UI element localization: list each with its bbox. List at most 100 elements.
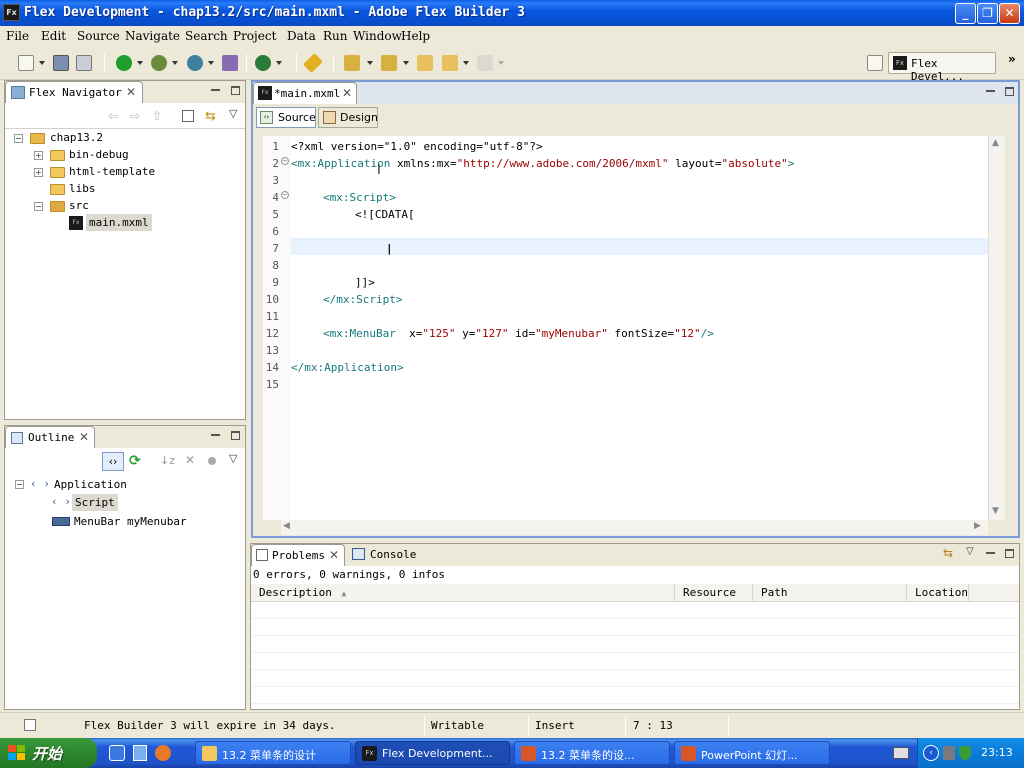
volume-icon[interactable] [943,746,955,760]
tray-chevron-icon[interactable]: ‹ [923,745,939,761]
menu-source[interactable]: Source [77,29,120,43]
menu-window[interactable]: Window [353,29,402,43]
print-icon[interactable] [76,55,92,71]
desktop-quicklaunch-icon[interactable] [133,745,147,761]
previous-annotation-icon[interactable] [381,55,397,71]
export-release-icon[interactable] [222,55,238,71]
minimize-icon[interactable] [986,87,995,92]
minimize-icon[interactable] [211,86,220,91]
firefox-quicklaunch-icon[interactable] [155,745,171,761]
profile-icon[interactable] [187,55,203,71]
menu-file[interactable]: File [6,29,29,43]
outline-item-application[interactable]: Application [54,476,127,493]
task-flex-builder[interactable]: Fx Flex Development... [355,741,510,765]
scroll-down-icon[interactable]: ▼ [992,506,999,516]
close-icon[interactable]: ✕ [329,548,339,562]
task-folder[interactable]: 13.2 菜单条的设计 [195,741,351,765]
last-edit-location-icon[interactable] [417,55,433,71]
flex-builder-app-icon[interactable]: Fx [3,4,20,21]
maximize-icon[interactable] [1005,87,1014,96]
external-tools-icon[interactable] [255,55,271,71]
column-description[interactable]: Description ▲ [251,584,675,602]
maximize-icon[interactable] [231,431,240,440]
collapse-icon[interactable]: − [34,202,43,211]
tab-outline[interactable]: Outline ✕ [5,426,95,448]
start-button[interactable]: 开始 [0,738,97,768]
close-icon[interactable]: ✕ [126,85,136,99]
pencil-icon[interactable] [303,53,323,73]
new-file-icon[interactable] [18,55,34,71]
close-icon[interactable]: ✕ [342,86,352,100]
security-shield-icon[interactable] [959,746,971,760]
back-arrow-icon[interactable]: ⇦ [108,109,118,123]
minimize-button[interactable]: _ [955,3,976,24]
chevron-down-icon[interactable] [498,61,504,65]
chevron-down-icon[interactable] [403,61,409,65]
menu-run[interactable]: Run [323,29,348,43]
close-button[interactable]: ✕ [999,3,1020,24]
fast-view-icon[interactable] [24,719,36,731]
source-mode-button[interactable]: ‹› Source [256,107,316,128]
open-perspective-icon[interactable] [867,55,883,71]
menu-edit[interactable]: Edit [41,29,66,43]
column-path[interactable]: Path [753,584,907,602]
maximize-icon[interactable] [1005,549,1014,558]
menu-search[interactable]: Search [185,29,228,43]
tree-item-main-mxml[interactable]: main.mxml [86,214,152,231]
refresh-icon[interactable]: ⟳ [129,453,141,469]
expand-icon[interactable]: + [34,168,43,177]
collapse-all-icon[interactable] [182,110,194,122]
scroll-right-icon[interactable]: ▶ [974,521,981,531]
chevron-down-icon[interactable] [39,61,45,65]
up-folder-icon[interactable]: ⇧ [152,109,162,123]
outline-item-script[interactable]: Script [72,494,118,511]
menu-help[interactable]: Help [401,29,430,43]
code-view-icon[interactable]: ‹› [102,452,124,471]
minimize-icon[interactable] [211,431,220,436]
horizontal-scrollbar[interactable]: ◀ ▶ [281,520,988,535]
code-editor[interactable]: 1 2 3 4 5 6 7 8 9 10 11 12 13 14 15 − − … [263,136,988,520]
column-location[interactable]: Location [907,584,969,602]
tab-main-mxml[interactable]: Fx *main.mxml ✕ [253,82,357,104]
tree-item-html-template[interactable]: html-template [69,163,155,180]
fold-icon[interactable]: − [281,157,289,165]
close-icon[interactable]: ✕ [79,430,89,444]
perspective-switcher[interactable]: Fx Flex Devel... [888,52,996,83]
more-perspectives-icon[interactable]: » [1008,52,1016,66]
vertical-scrollbar[interactable]: ▲ ▼ [988,136,1005,520]
menu-project[interactable]: Project [233,29,276,43]
scroll-left-icon[interactable]: ◀ [283,521,290,531]
chevron-down-icon[interactable] [208,61,214,65]
sort-icon[interactable]: ↓z [160,454,175,467]
chevron-down-icon[interactable] [463,61,469,65]
filter-icon[interactable]: ⇆ [943,546,953,560]
keyboard-icon[interactable] [893,747,909,759]
tree-item-src[interactable]: src [69,197,89,214]
tab-problems[interactable]: Problems ✕ [251,544,345,566]
ie-quicklaunch-icon[interactable] [109,745,125,761]
next-annotation-icon[interactable] [344,55,360,71]
forward-arrow-icon[interactable] [477,55,493,71]
forward-arrow-icon[interactable]: ⇨ [130,109,140,123]
menu-data[interactable]: Data [287,29,316,43]
hide-static-icon[interactable] [208,457,216,465]
fold-icon[interactable]: − [281,191,289,199]
expand-icon[interactable]: + [34,151,43,160]
back-arrow-icon[interactable] [442,55,458,71]
link-with-editor-icon[interactable]: ⇆ [205,109,216,124]
view-menu-icon[interactable]: ▽ [229,107,237,120]
collapse-icon[interactable]: − [15,480,24,489]
chevron-down-icon[interactable] [172,61,178,65]
collapse-icon[interactable]: − [14,134,23,143]
design-mode-button[interactable]: Design [318,107,378,128]
debug-icon[interactable] [151,55,167,71]
task-powerpoint-doc[interactable]: 13.2 菜单条的设... [514,741,670,765]
minimize-icon[interactable] [986,549,995,554]
tab-console[interactable]: Console [370,548,416,561]
task-powerpoint-slideshow[interactable]: PowerPoint 幻灯... [674,741,830,765]
tab-flex-navigator[interactable]: Flex Navigator ✕ [5,81,143,103]
chevron-down-icon[interactable] [276,61,282,65]
view-menu-icon[interactable]: ▽ [229,452,237,465]
tree-item-libs[interactable]: libs [69,180,96,197]
tree-item-bin-debug[interactable]: bin-debug [69,146,129,163]
